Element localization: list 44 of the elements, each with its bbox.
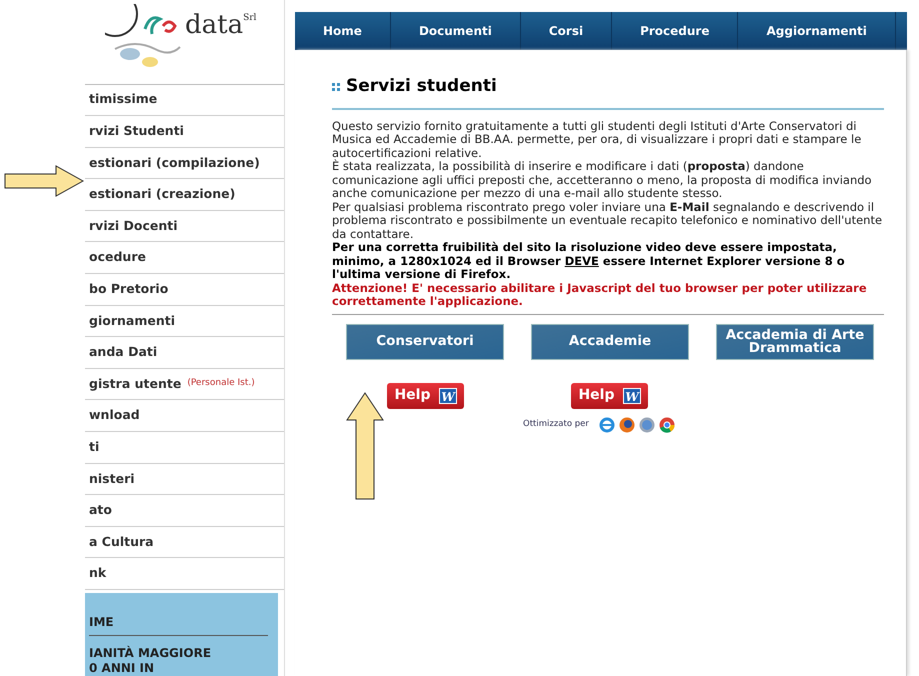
category-button[interactable]: Conservatori [346, 324, 504, 360]
category-button[interactable]: Accademia di Arte Drammatica [716, 324, 874, 360]
optimized-label: Ottimizzato per [523, 418, 589, 431]
browser-e-icon [598, 416, 615, 432]
nav-link[interactable]: Procedure [612, 12, 738, 50]
sidebar-link[interactable]: estionari (creazione) [89, 185, 236, 204]
nav-link[interactable]: Corsi [520, 12, 612, 50]
logo-suffix: Srl [243, 12, 256, 25]
document-icon: W [438, 388, 457, 404]
body-paragraph: Per qualsiasi problema riscontrato prego voler inviare una E-Mail segnalando e descrivendo il problema riscontrato e possibilmente un eventuale recapito telefonico e nominativo dell'utente da contattare. [332, 200, 884, 241]
logo-text: data [185, 12, 244, 38]
news-title: IME [89, 613, 268, 636]
chrome-icon [658, 416, 675, 432]
sidebar-link[interactable]: nk [89, 564, 106, 584]
sidebar-link[interactable]: ato [89, 501, 112, 520]
sidebar-link[interactable]: rvizi Studenti [89, 122, 184, 141]
body-paragraph: Questo servizio fornito gratuitamente a tutti gli studenti degli Istituti d'Arte Conservatori di Musica ed Accademie di BB.AA. permette, per ora, di visualizzare i propri dati e stampare le autocertificazioni relative. [332, 120, 862, 160]
help-button[interactable]: Help W [571, 382, 648, 408]
sidebar-link[interactable]: ti [89, 438, 100, 457]
sidebar-note: (Personale Ist.) [187, 377, 255, 390]
news-text: IANITÀ MAGGIORE [89, 646, 212, 661]
sidebar-link[interactable]: nisteri [89, 470, 135, 488]
category-button[interactable]: Accademie [531, 324, 689, 360]
nav-link[interactable]: Aggiornamenti [738, 12, 896, 50]
squares-icon [332, 82, 340, 91]
sidebar-link[interactable]: rvizi Docenti [89, 216, 178, 236]
help-button[interactable]: Help W [387, 382, 464, 408]
nav-link[interactable]: Documenti [390, 12, 521, 50]
sidebar-link[interactable]: anda Dati [89, 343, 158, 362]
browser-notice: Per una corretta fruibilità del sito la risoluzione video deve essere impostata, minimo, a 1280x1024 ed il Browser DEVE essere Internet Explorer versione 8 o l'ultima versione di Firefox. [332, 241, 846, 282]
sidebar-link[interactable]: wnload [89, 406, 140, 426]
news-text: 0 ANNI IN [89, 661, 156, 676]
javascript-warning: Attenzione! E' necessario abilitare i Javascript del tuo browser per poter utilizzare correttamente l'applicazione. [332, 282, 868, 308]
sidebar-link[interactable]: estionari (compilazione) [89, 154, 260, 172]
sidebar-link[interactable]: a Cultura [89, 532, 154, 552]
sidebar-link[interactable]: gistra utente [89, 374, 182, 394]
body-paragraph: È stata realizzata, la possibilità di inserire e modificare i dati (proposta) dandone comunicazione agli uffici preposti che, accetteranno o meno, la proposta di modifica inviando anche comunicazione per mezzo di una e-mail allo studente stesso. [332, 160, 873, 200]
sidebar-link[interactable]: ocedure [89, 248, 146, 268]
sidebar-link[interactable]: giornamenti [89, 312, 175, 330]
document-icon: W [622, 388, 641, 404]
nav-link[interactable]: Home [295, 12, 391, 50]
page-title: Servizi studenti [346, 75, 497, 98]
sidebar-link[interactable]: timissime [89, 90, 158, 110]
sidebar-link[interactable]: bo Pretorio [89, 280, 168, 299]
